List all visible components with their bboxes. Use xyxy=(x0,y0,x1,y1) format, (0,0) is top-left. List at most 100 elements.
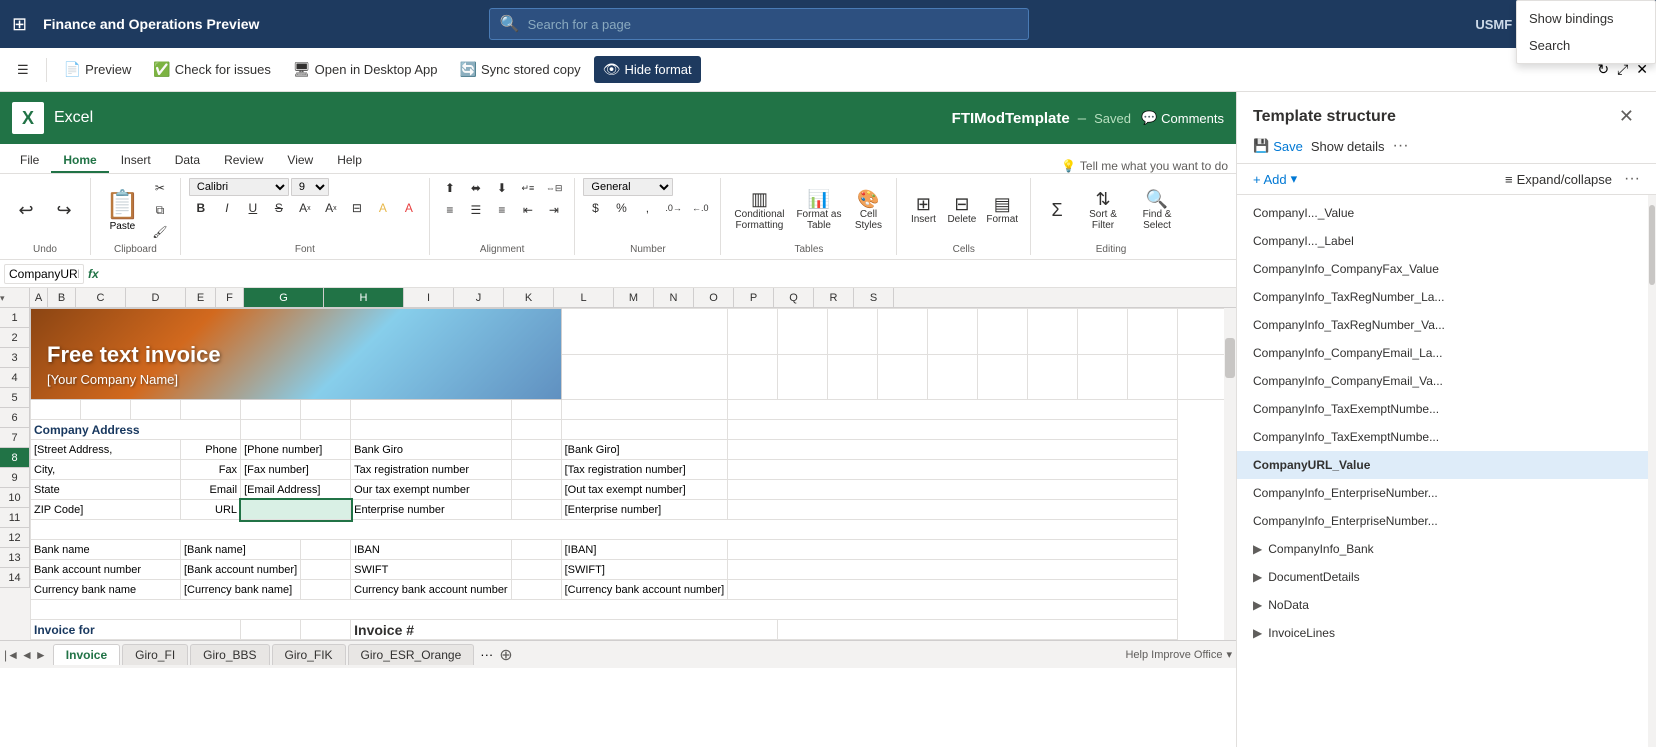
col-D[interactable]: D xyxy=(126,288,186,307)
search-box[interactable]: 🔍 xyxy=(489,8,1029,40)
cell-taxreg-val[interactable]: [Tax registration number] xyxy=(561,460,728,480)
cell-bankname[interactable]: Bank name xyxy=(31,540,181,560)
cell-bankname-val[interactable]: [Bank name] xyxy=(181,540,301,560)
cell-rest8[interactable] xyxy=(728,500,1178,520)
row-6[interactable]: 6 xyxy=(0,408,30,428)
cell-iban-empty[interactable] xyxy=(511,540,561,560)
align-middle-btn[interactable]: ⬌ xyxy=(464,178,488,198)
tree-item-nodata[interactable]: ▶ NoData xyxy=(1237,591,1656,619)
cell-i3[interactable] xyxy=(561,400,728,420)
sidebar-toggle-btn[interactable]: ☰ xyxy=(8,57,38,83)
cell-currbankacct-val[interactable]: [Currency bank account number] xyxy=(561,580,728,600)
find-select-btn[interactable]: 🔍 Find & Select xyxy=(1131,188,1183,233)
tab-help[interactable]: Help xyxy=(325,149,374,173)
row-12[interactable]: 12 xyxy=(0,528,30,548)
sync-btn[interactable]: 🔄 Sync stored copy xyxy=(451,56,590,83)
apps-icon[interactable]: ⊞ xyxy=(12,14,27,35)
format-cells-btn[interactable]: ▤ Format xyxy=(982,193,1022,227)
row-4[interactable]: 4 xyxy=(0,368,30,388)
cell-q1[interactable] xyxy=(1078,309,1128,355)
cell-enterprise-label[interactable]: Enterprise number xyxy=(351,500,511,520)
cell-m1[interactable] xyxy=(878,309,928,355)
cell-city[interactable]: City, xyxy=(31,460,181,480)
sheet-tab-giro-fi[interactable]: Giro_FI xyxy=(122,644,188,665)
cell-rest7[interactable] xyxy=(728,480,1178,500)
col-L[interactable]: L xyxy=(554,288,614,307)
strikethrough-btn[interactable]: S xyxy=(267,198,291,218)
tree-item-docdetails[interactable]: ▶ DocumentDetails xyxy=(1237,563,1656,591)
align-right-btn[interactable]: ≡ xyxy=(490,200,514,220)
cell-p2[interactable] xyxy=(1028,354,1078,400)
comments-btn[interactable]: 💬 Comments xyxy=(1141,110,1224,126)
italic-btn[interactable]: I xyxy=(215,198,239,218)
tree-item-taxreg-la[interactable]: CompanyInfo_TaxRegNumber_La... xyxy=(1237,283,1656,311)
cell-phone-val[interactable]: [Phone number] xyxy=(241,440,351,460)
sheet-tab-more[interactable]: ··· xyxy=(480,647,493,662)
cell-currbankacct-label[interactable]: Currency bank account number xyxy=(351,580,511,600)
cell-row13[interactable] xyxy=(31,600,1178,620)
cell-rest5[interactable] xyxy=(728,440,1178,460)
sidebar-more2-icon[interactable]: ··· xyxy=(1624,170,1640,188)
conditional-formatting-btn[interactable]: ▥ Conditional Formatting xyxy=(729,188,789,233)
col-R[interactable]: R xyxy=(814,288,854,307)
save-btn[interactable]: 💾 Save xyxy=(1253,138,1303,154)
cell-p1[interactable] xyxy=(1028,309,1078,355)
tree-item-companyurl-value[interactable]: CompanyURL_Value xyxy=(1237,451,1656,479)
cell-rest12[interactable] xyxy=(728,580,1178,600)
cell-currbankacct-empty[interactable] xyxy=(511,580,561,600)
cell-iban-label[interactable]: IBAN xyxy=(351,540,511,560)
tell-me[interactable]: 💡 Tell me what you want to do xyxy=(1061,159,1228,173)
superscript-btn[interactable]: Ax xyxy=(319,198,343,218)
cell-f3[interactable] xyxy=(301,400,351,420)
tree-item-companyinfo-label[interactable]: CompanyI..._Label xyxy=(1237,227,1656,255)
merge-btn[interactable]: ⇔⊟ xyxy=(542,178,567,198)
cell-e14[interactable] xyxy=(241,620,301,640)
cell-rest11[interactable] xyxy=(728,560,1178,580)
col-N[interactable]: N xyxy=(654,288,694,307)
cell-taxexempt-val[interactable]: [Out tax exempt number] xyxy=(561,480,728,500)
cell-s1[interactable] xyxy=(1178,309,1224,355)
dec-inc-btn[interactable]: .0→ xyxy=(661,198,686,218)
tree-item-enterprise2[interactable]: CompanyInfo_EnterpriseNumber... xyxy=(1237,507,1656,535)
cell-rest14[interactable] xyxy=(778,620,1178,640)
comma-btn[interactable]: , xyxy=(635,198,659,218)
cell-e4[interactable] xyxy=(241,420,301,440)
format-as-table-btn[interactable]: 📊 Format as Table xyxy=(791,188,846,233)
copy-btn[interactable]: ⧉ xyxy=(148,200,172,220)
cell-l1[interactable] xyxy=(828,309,878,355)
row-5[interactable]: 5 xyxy=(0,388,30,408)
cell-f12[interactable] xyxy=(301,580,351,600)
cell-r2[interactable] xyxy=(1128,354,1178,400)
cell-d3[interactable] xyxy=(181,400,241,420)
cell-taxreg-empty[interactable] xyxy=(511,460,561,480)
percent-btn[interactable]: % xyxy=(609,198,633,218)
row-14[interactable]: 14 xyxy=(0,568,30,588)
fill-color-btn[interactable]: A xyxy=(371,198,395,218)
col-S[interactable]: S xyxy=(854,288,894,307)
cell-styles-btn[interactable]: 🎨 Cell Styles xyxy=(848,188,888,233)
cell-url-val[interactable] xyxy=(241,500,351,520)
tree-item-email-la[interactable]: CompanyInfo_CompanyEmail_La... xyxy=(1237,339,1656,367)
invoice-header-cell[interactable]: Free text invoice [Your Company Name] xyxy=(31,309,562,400)
cell-state[interactable]: State xyxy=(31,480,181,500)
currency-btn[interactable]: $ xyxy=(583,198,607,218)
row-13[interactable]: 13 xyxy=(0,548,30,568)
tree-item-taxexempt1[interactable]: CompanyInfo_TaxExemptNumbe... xyxy=(1237,395,1656,423)
cell-g3[interactable] xyxy=(351,400,511,420)
col-F[interactable]: F xyxy=(216,288,244,307)
cell-phone-label[interactable]: Phone xyxy=(181,440,241,460)
tree-item-fax-value[interactable]: CompanyInfo_CompanyFax_Value xyxy=(1237,255,1656,283)
sheet-nav-next[interactable]: ► xyxy=(35,648,47,662)
insert-cells-btn[interactable]: ⊞ Insert xyxy=(905,193,941,227)
font-size-select[interactable]: 9 xyxy=(291,178,329,196)
align-top-btn[interactable]: ⬆ xyxy=(438,178,462,198)
cell-fax-val[interactable]: [Fax number] xyxy=(241,460,351,480)
cell-rest4[interactable] xyxy=(728,420,1178,440)
border-btn[interactable]: ⊟ xyxy=(345,198,369,218)
cell-taxexempt-empty[interactable] xyxy=(511,480,561,500)
tree-item-companyinfo-value[interactable]: CompanyI..._Value xyxy=(1237,199,1656,227)
col-Q[interactable]: Q xyxy=(774,288,814,307)
cell-bankacct[interactable]: Bank account number xyxy=(31,560,181,580)
row-7[interactable]: 7 xyxy=(0,428,30,448)
cell-currbank-val[interactable]: [Currency bank name] xyxy=(181,580,301,600)
